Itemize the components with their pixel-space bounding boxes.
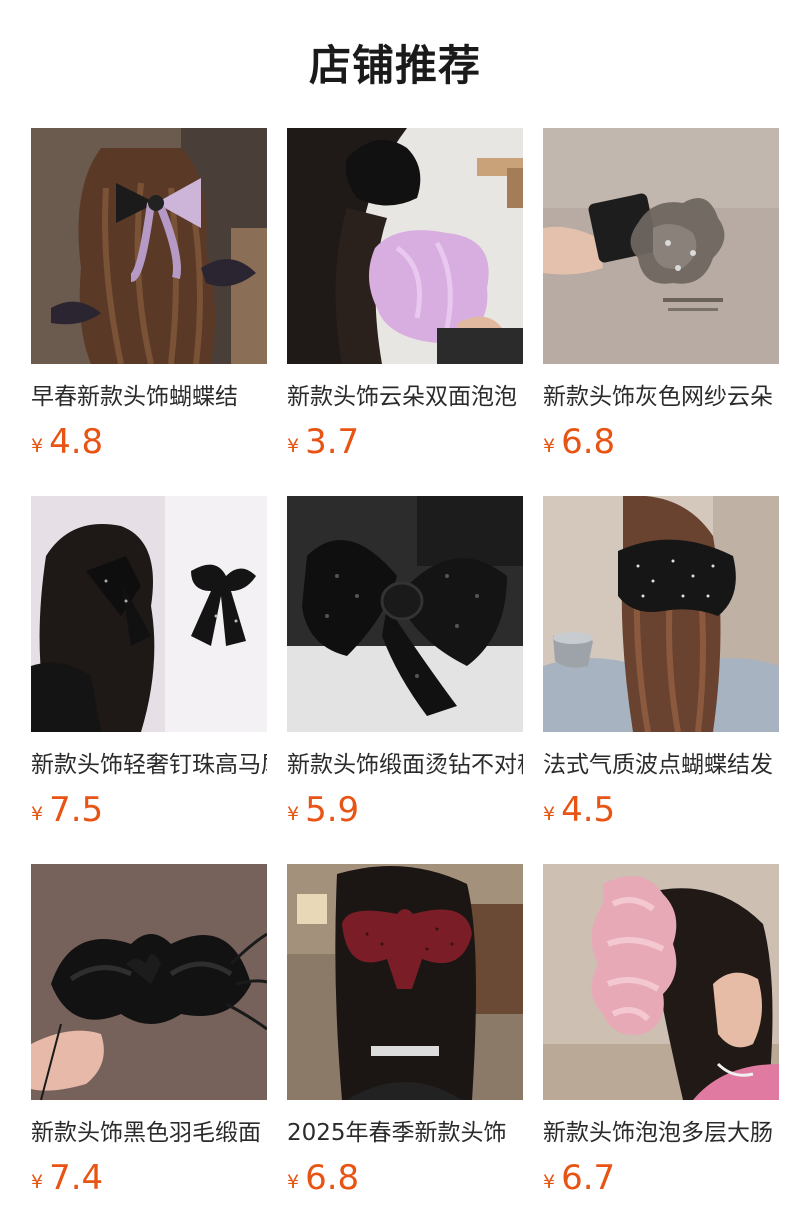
- product-price: ¥6.7: [543, 1158, 779, 1198]
- product-card[interactable]: 法式气质波点蝴蝶结发 ¥4.5: [543, 496, 779, 864]
- product-name[interactable]: 2025年春季新款头饰: [287, 1118, 523, 1150]
- currency-symbol: ¥: [31, 803, 44, 825]
- store-recommendations-page: 店铺推荐 早春新款头饰蝴蝶结 ¥ 4.8 新款头饰云朵双面泡泡 ¥ 3.7 新款…: [0, 0, 790, 1232]
- product-price: ¥4.5: [543, 790, 779, 830]
- price-value: 5.9: [305, 790, 360, 830]
- product-price: ¥6.8: [287, 1158, 523, 1198]
- price-value: 3.7: [305, 422, 360, 462]
- section-title: 店铺推荐: [308, 41, 481, 90]
- product-card[interactable]: 新款头饰黑色羽毛缎面 ¥7.4: [31, 864, 267, 1232]
- product-image[interactable]: [543, 864, 779, 1100]
- price-value: 6.8: [305, 1158, 360, 1198]
- currency-symbol: ¥: [287, 435, 300, 457]
- product-name[interactable]: 新款头饰轻奢钉珠高马尾: [31, 750, 267, 782]
- product-name[interactable]: 新款头饰黑色羽毛缎面: [31, 1118, 267, 1150]
- price-value: 6.8: [561, 422, 616, 462]
- product-price: ¥4.8: [31, 422, 267, 462]
- currency-symbol: ¥: [543, 1171, 556, 1193]
- product-image[interactable]: [31, 496, 267, 732]
- product-image[interactable]: [543, 128, 779, 364]
- product-card[interactable]: 早春新款头饰蝴蝶结 ¥4.8: [31, 128, 267, 496]
- product-card[interactable]: 2025年春季新款头饰 ¥6.8: [287, 864, 523, 1232]
- currency-symbol: ¥: [543, 803, 556, 825]
- price-value: 4.8: [49, 422, 104, 462]
- currency-symbol: ¥: [287, 803, 300, 825]
- product-name[interactable]: 早春新款头饰蝴蝶结: [31, 382, 267, 414]
- product-name[interactable]: 新款头饰泡泡多层大肠: [543, 1118, 779, 1150]
- product-image[interactable]: [31, 128, 267, 364]
- price-value: 7.5: [49, 790, 104, 830]
- product-card[interactable]: 新款头饰轻奢钉珠高马尾 ¥7.5: [31, 496, 267, 864]
- product-grid: 早春新款头饰蝴蝶结 ¥4.8 新款头饰云朵双面泡泡 ¥ 3.7 新款头饰灰色网纱…: [31, 128, 779, 1232]
- product-name[interactable]: 新款头饰缎面烫钻不对称: [287, 750, 523, 782]
- product-image[interactable]: [543, 496, 779, 732]
- product-price: ¥7.4: [31, 1158, 267, 1198]
- product-price: ¥5.9: [287, 790, 523, 830]
- product-image[interactable]: [31, 864, 267, 1100]
- product-name[interactable]: 新款头饰云朵双面泡泡: [287, 382, 523, 414]
- product-card[interactable]: 新款头饰缎面烫钻不对称 ¥5.9: [287, 496, 523, 864]
- product-price: ¥6.8: [543, 422, 779, 462]
- product-card[interactable]: 新款头饰泡泡多层大肠 ¥6.7: [543, 864, 779, 1232]
- price-value: 7.4: [49, 1158, 104, 1198]
- product-image[interactable]: [287, 128, 523, 364]
- currency-symbol: ¥: [543, 435, 556, 457]
- currency-symbol: ¥: [31, 435, 44, 457]
- product-price: ¥3.7: [287, 422, 523, 462]
- price-value: 6.7: [561, 1158, 616, 1198]
- product-card[interactable]: 新款头饰灰色网纱云朵 ¥6.8: [543, 128, 779, 496]
- product-image[interactable]: [287, 496, 523, 732]
- product-card[interactable]: 新款头饰云朵双面泡泡 ¥3.7: [287, 128, 523, 496]
- currency-symbol: ¥: [287, 1171, 300, 1193]
- currency-symbol: ¥: [31, 1171, 44, 1193]
- product-price: ¥7.5: [31, 790, 267, 830]
- product-name[interactable]: 新款头饰灰色网纱云朵: [543, 382, 779, 414]
- product-image[interactable]: [287, 864, 523, 1100]
- price-value: 4.5: [561, 790, 616, 830]
- product-name[interactable]: 法式气质波点蝴蝶结发: [543, 750, 779, 782]
